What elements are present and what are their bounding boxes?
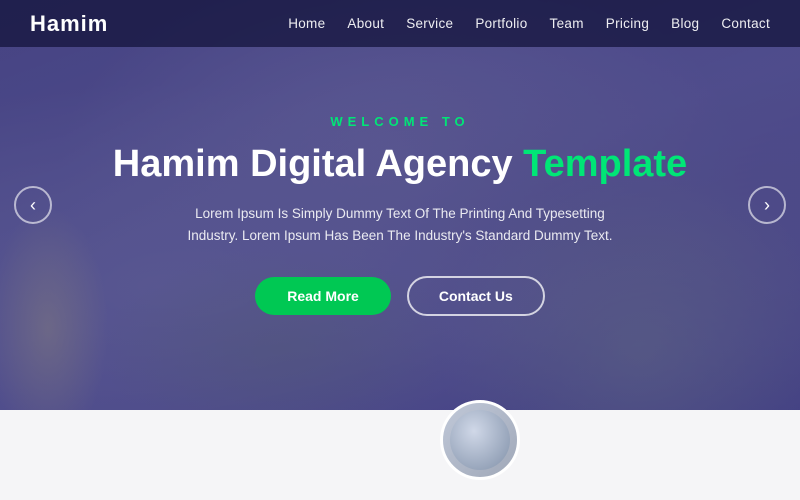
nav-item-contact[interactable]: Contact (721, 15, 770, 33)
left-arrow-icon: ‹ (30, 195, 36, 216)
hero-welcome-text: WELCOME TO (113, 114, 687, 129)
read-more-button[interactable]: Read More (255, 277, 391, 315)
contact-us-button[interactable]: Contact Us (407, 276, 545, 316)
hero-title: Hamim Digital Agency Template (113, 143, 687, 187)
next-slide-button[interactable]: › (748, 186, 786, 224)
nav-item-about[interactable]: About (347, 15, 384, 33)
nav-link-service[interactable]: Service (406, 16, 453, 31)
bottom-circle-image (440, 400, 520, 480)
bottom-section (0, 410, 800, 500)
nav-link-team[interactable]: Team (550, 16, 584, 31)
hero-title-template: Template (523, 143, 687, 185)
nav-item-home[interactable]: Home (288, 15, 325, 33)
nav-item-service[interactable]: Service (406, 15, 453, 33)
nav-item-portfolio[interactable]: Portfolio (475, 15, 527, 33)
hero-buttons: Read More Contact Us (113, 276, 687, 316)
hero-content: WELCOME TO Hamim Digital Agency Template… (113, 94, 687, 315)
right-arrow-icon: › (764, 195, 770, 216)
nav-link-blog[interactable]: Blog (671, 16, 699, 31)
nav-link-home[interactable]: Home (288, 16, 325, 31)
nav-item-pricing[interactable]: Pricing (606, 15, 649, 33)
site-logo[interactable]: Hamim (30, 11, 108, 37)
nav-link-about[interactable]: About (347, 16, 384, 31)
hero-subtitle: Lorem Ipsum Is Simply Dummy Text Of The … (185, 203, 615, 248)
hero-title-main: Hamim Digital Agency (113, 143, 513, 185)
nav-item-team[interactable]: Team (550, 15, 584, 33)
prev-slide-button[interactable]: ‹ (14, 186, 52, 224)
nav-item-blog[interactable]: Blog (671, 15, 699, 33)
nav-link-contact[interactable]: Contact (721, 16, 770, 31)
nav-link-portfolio[interactable]: Portfolio (475, 16, 527, 31)
navbar: Hamim Home About Service Portfolio Team … (0, 0, 800, 47)
hero-section: ‹ WELCOME TO Hamim Digital Agency Templa… (0, 0, 800, 410)
nav-link-pricing[interactable]: Pricing (606, 16, 649, 31)
nav-links: Home About Service Portfolio Team Pricin… (288, 15, 770, 33)
